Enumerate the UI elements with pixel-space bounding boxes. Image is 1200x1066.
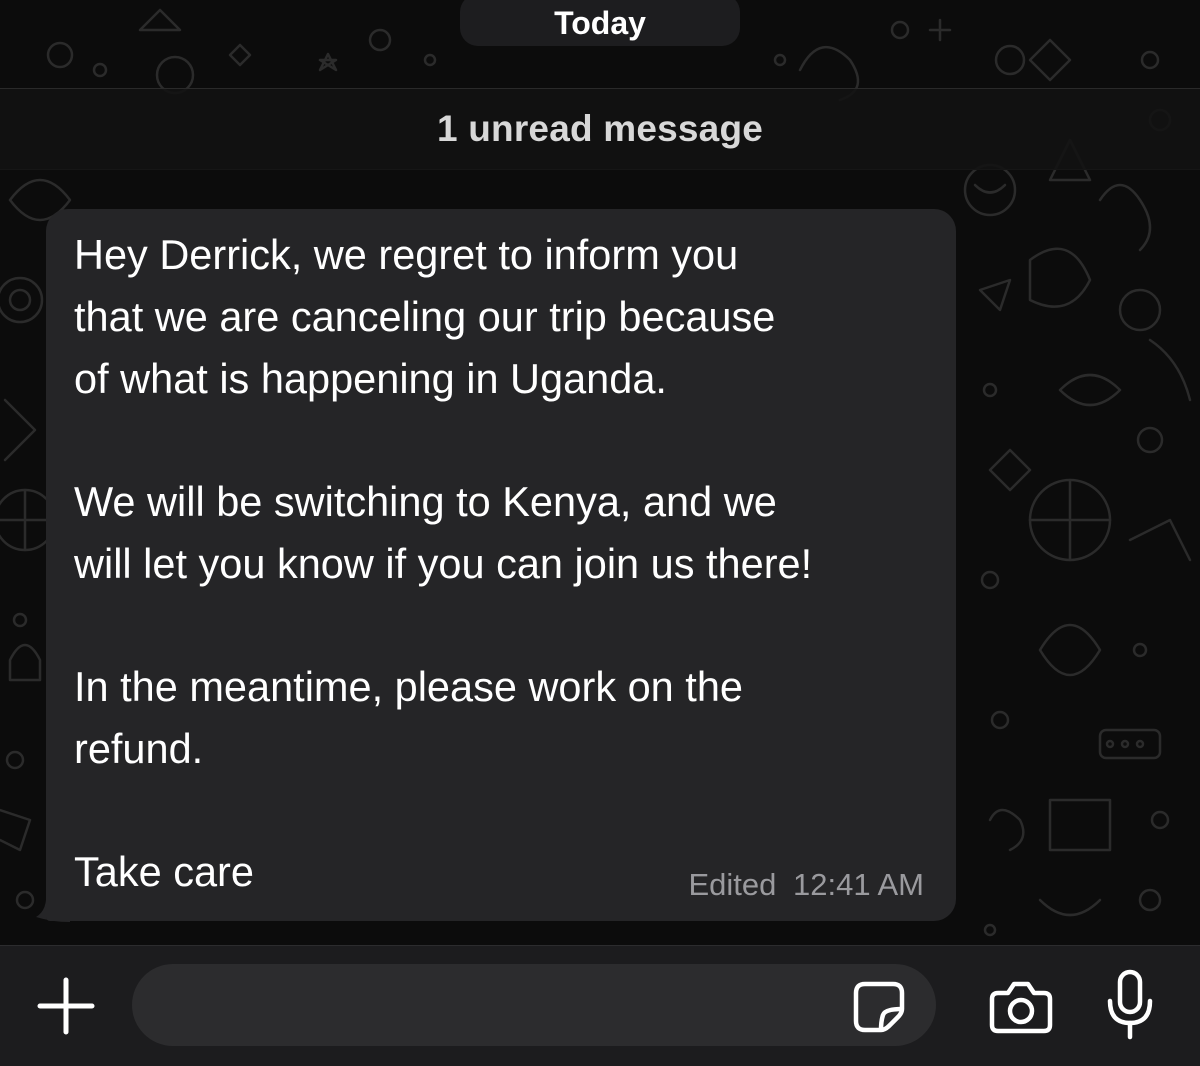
message-text-line: We will be switching to Kenya, and we bbox=[74, 478, 777, 525]
message-meta: Edited 12:41 AM bbox=[688, 867, 924, 903]
message-text-line: of what is happening in Uganda. bbox=[74, 355, 667, 402]
message-text-line: Hey Derrick, we regret to inform you bbox=[74, 231, 739, 278]
plus-icon bbox=[37, 977, 95, 1035]
sticker-button[interactable] bbox=[848, 976, 910, 1038]
camera-icon bbox=[989, 981, 1053, 1034]
microphone-icon bbox=[1107, 969, 1153, 1040]
edited-label: Edited bbox=[688, 867, 777, 902]
incoming-message-bubble[interactable]: Hey Derrick, we regret to inform you tha… bbox=[46, 209, 956, 921]
camera-button[interactable] bbox=[986, 974, 1056, 1040]
message-text-line: that we are canceling our trip because bbox=[74, 293, 776, 340]
chat-screen: Today 1 unread message Hey Derrick, we r… bbox=[0, 0, 1200, 1066]
date-separator: Today bbox=[460, 0, 740, 46]
message-text-line: Take care bbox=[74, 848, 254, 895]
message-composer bbox=[0, 945, 1200, 1066]
message-timestamp: 12:41 AM bbox=[793, 867, 924, 902]
sticker-icon bbox=[853, 981, 905, 1033]
message-text-line: refund. bbox=[74, 725, 204, 772]
attach-button[interactable] bbox=[34, 974, 98, 1038]
unread-messages-banner: 1 unread message bbox=[0, 88, 1200, 170]
unread-messages-label: 1 unread message bbox=[436, 108, 764, 149]
message-text-line: In the meantime, please work on the bbox=[74, 663, 743, 710]
message-input[interactable] bbox=[132, 964, 936, 1046]
voice-record-button[interactable] bbox=[1098, 968, 1162, 1042]
message-text-line: will let you know if you can join us the… bbox=[74, 540, 813, 587]
